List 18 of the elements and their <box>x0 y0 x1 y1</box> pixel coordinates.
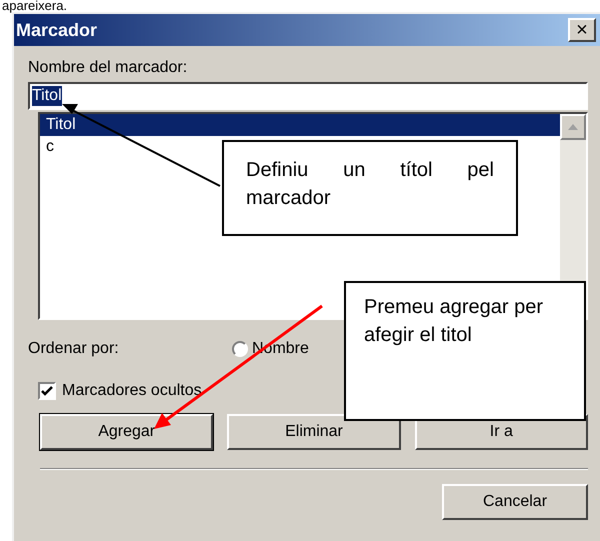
callout-text: Definiu un títol pel marcador <box>246 158 494 211</box>
field-value: Titol <box>32 86 62 106</box>
list-item[interactable]: c <box>40 136 60 158</box>
action-button[interactable]: Eliminar <box>227 414 401 450</box>
checkbox[interactable] <box>38 382 56 400</box>
close-button[interactable]: × <box>568 18 596 42</box>
action-button[interactable]: Agregar <box>40 414 214 450</box>
sort-label: Ordenar por: <box>28 339 120 359</box>
scroll-up-button[interactable] <box>560 114 586 140</box>
name-label: Nombre del marcador: <box>28 58 188 78</box>
window-title: Marcador <box>16 18 98 42</box>
page-text: apareixera. <box>2 0 68 12</box>
list-item[interactable]: Titol <box>40 114 560 136</box>
checkbox-label: Marcadores ocultos <box>62 381 202 401</box>
up-arrow-icon <box>568 124 578 130</box>
name-field[interactable]: Titol <box>28 82 588 110</box>
cancel-button[interactable]: Cancelar <box>442 484 588 520</box>
radio-button[interactable] <box>232 341 248 357</box>
